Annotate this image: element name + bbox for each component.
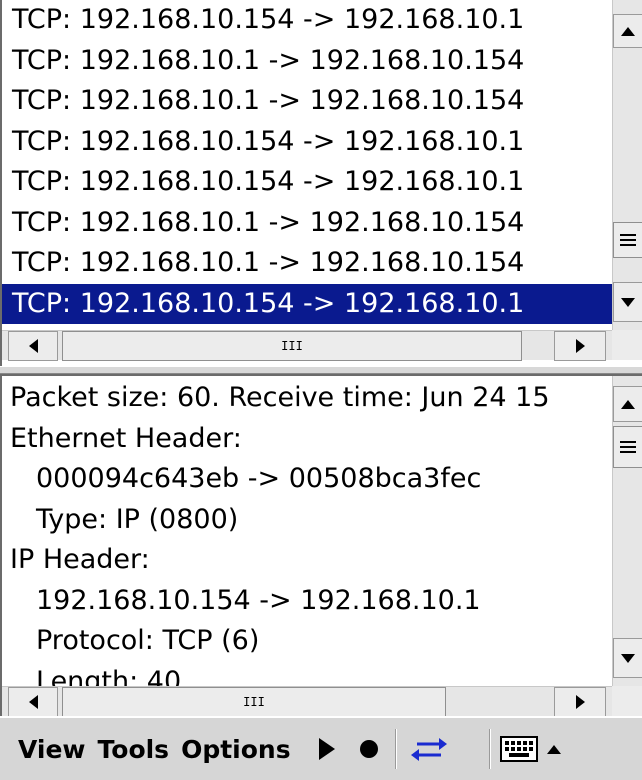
- detail-line: 192.168.10.154 -> 192.168.10.1: [36, 584, 481, 616]
- menu-tools[interactable]: Tools: [92, 735, 176, 764]
- scroll-corner: [612, 686, 642, 716]
- scroll-down-arrow-icon: [621, 653, 635, 663]
- menu-view[interactable]: View: [12, 735, 92, 764]
- scroll-down-button[interactable]: [613, 638, 642, 678]
- packet-row[interactable]: TCP: 192.168.10.1 -> 192.168.10.154: [2, 203, 614, 244]
- scroll-left-arrow-icon: [28, 695, 38, 709]
- scroll-corner: [612, 330, 642, 360]
- keyboard-icon[interactable]: [499, 729, 539, 769]
- swap-arrows-icon[interactable]: [409, 729, 449, 769]
- packet-row[interactable]: TCP: 192.168.10.154 -> 192.168.10.1: [2, 122, 614, 163]
- scroll-down-button[interactable]: [613, 282, 642, 322]
- scroll-right-arrow-icon: [575, 695, 585, 709]
- input-panel-up-icon[interactable]: [543, 729, 565, 769]
- vscroll-thumb[interactable]: [613, 222, 642, 258]
- menu-bar: View Tools Options: [0, 716, 642, 780]
- scroll-right-button[interactable]: [554, 331, 606, 361]
- scroll-left-arrow-icon: [28, 339, 38, 353]
- scroll-up-arrow-icon: [621, 399, 635, 409]
- packet-detail-hscrollbar[interactable]: III: [2, 686, 614, 716]
- pane-splitter[interactable]: [0, 366, 642, 374]
- scroll-left-button[interactable]: [8, 687, 58, 716]
- grip-icon: [620, 441, 636, 453]
- packet-list-pane: TCP: 192.168.10.154 -> 192.168.10.1 TCP:…: [0, 0, 642, 366]
- record-icon[interactable]: [355, 729, 383, 769]
- packet-row[interactable]: TCP: 192.168.10.1 -> 192.168.10.154: [2, 243, 614, 284]
- menu-separator: [394, 729, 397, 769]
- packet-detail-vscrollbar[interactable]: [612, 376, 642, 686]
- play-icon[interactable]: [315, 729, 339, 769]
- detail-line: IP Header:: [10, 544, 150, 575]
- packet-row[interactable]: TCP: 192.168.10.1 -> 192.168.10.154: [2, 81, 614, 122]
- packet-detail-pane: Packet size: 60. Receive time: Jun 24 15…: [0, 374, 642, 716]
- packet-list[interactable]: TCP: 192.168.10.154 -> 192.168.10.1 TCP:…: [2, 0, 614, 324]
- scroll-right-arrow-icon: [575, 339, 585, 353]
- packet-list-hscrollbar[interactable]: III: [2, 330, 614, 361]
- packet-row[interactable]: TCP: 192.168.10.154 -> 192.168.10.1: [2, 162, 614, 203]
- detail-line: 000094c643eb -> 00508bca3fec: [36, 463, 482, 494]
- detail-line: Protocol: TCP (6): [36, 625, 260, 656]
- vscroll-thumb[interactable]: [613, 426, 642, 468]
- detail-line: Ethernet Header:: [10, 422, 242, 454]
- packet-row[interactable]: TCP: 192.168.10.154 -> 192.168.10.1: [2, 0, 614, 41]
- grip-icon: [620, 234, 636, 246]
- packet-row-selected[interactable]: TCP: 192.168.10.154 -> 192.168.10.1: [2, 283, 614, 324]
- detail-line: Type: IP (0800): [36, 503, 239, 535]
- detail-line: Packet size: 60. Receive time: Jun 24 15: [10, 382, 550, 413]
- hscroll-thumb[interactable]: III: [62, 331, 522, 361]
- menu-separator: [488, 729, 491, 769]
- scroll-up-button[interactable]: [613, 386, 642, 422]
- hscroll-thumb[interactable]: III: [62, 687, 446, 716]
- packet-row[interactable]: TCP: 192.168.10.1 -> 192.168.10.154: [2, 41, 614, 82]
- scroll-left-button[interactable]: [8, 331, 58, 361]
- packet-list-vscrollbar[interactable]: [612, 0, 642, 330]
- menu-options[interactable]: Options: [175, 735, 297, 764]
- scroll-down-arrow-icon: [621, 297, 635, 307]
- scroll-up-arrow-icon: [621, 26, 635, 36]
- scroll-right-button[interactable]: [554, 687, 606, 716]
- scroll-up-button[interactable]: [613, 14, 642, 48]
- packet-detail-list[interactable]: Packet size: 60. Receive time: Jun 24 15…: [2, 378, 614, 702]
